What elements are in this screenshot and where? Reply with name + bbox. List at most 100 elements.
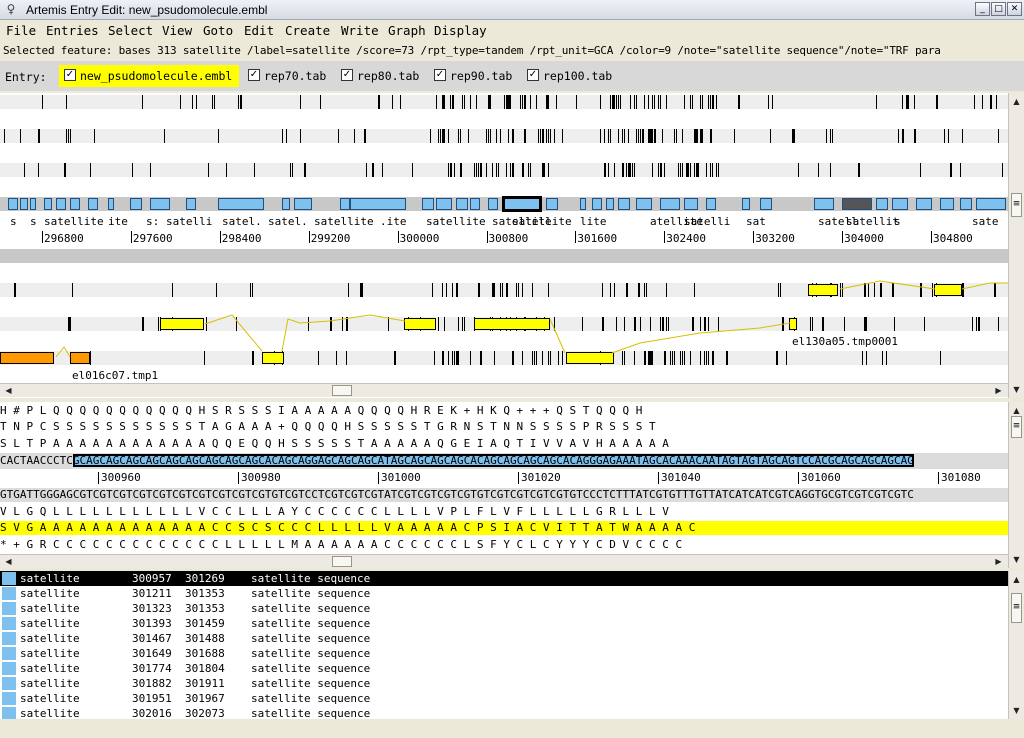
satellite-feature[interactable] [742,198,750,210]
scroll-down-icon[interactable]: ▼ [1010,553,1023,566]
scroll-thumb[interactable]: ≡ [1011,593,1022,623]
satellite-feature[interactable] [186,198,196,210]
blast-hit[interactable] [262,352,284,364]
feature-list-row[interactable]: satellite 301882 301911 satellite sequence [0,676,1008,691]
satellite-feature[interactable] [706,198,716,210]
checkbox-icon[interactable]: ✓ [64,69,76,81]
feature-list-row[interactable]: satellite 300957 301269 satellite sequence [0,571,1008,586]
satellite-feature[interactable] [916,198,932,210]
satellite-feature[interactable] [470,198,480,210]
entry-new-psudomolecule[interactable]: ✓ new_psudomolecule.embl [59,65,239,87]
satellite-feature[interactable] [456,198,468,210]
checkbox-icon[interactable]: ✓ [248,69,260,81]
menu-select[interactable]: Select [108,23,153,39]
satellite-feature[interactable] [684,198,698,210]
feature-list-scrollbar[interactable]: ▲ ≡ ▼ [1008,571,1024,719]
menu-write[interactable]: Write [341,23,379,39]
feature-list-row[interactable]: satellite 301774 301804 satellite sequence [0,661,1008,676]
satellite-feature[interactable] [842,198,872,210]
satellite-feature[interactable] [940,198,954,210]
menu-entries[interactable]: Entries [46,23,99,39]
satellite-feature[interactable] [814,198,834,210]
entry-rep70[interactable]: ✓ rep70.tab [244,65,334,87]
satellite-feature[interactable] [580,198,586,210]
scroll-thumb[interactable]: ≡ [1011,416,1022,438]
checkbox-icon[interactable]: ✓ [341,69,353,81]
satellite-feature[interactable] [350,198,406,210]
feature-list-row[interactable]: satellite 301323 301353 satellite sequence [0,601,1008,616]
menu-file[interactable]: File [6,23,36,39]
entry-rep80[interactable]: ✓ rep80.tab [337,65,427,87]
satellite-feature[interactable] [20,198,28,210]
feature-list-row[interactable]: satellite 301467 301488 satellite sequence [0,631,1008,646]
satellite-feature[interactable] [502,196,542,212]
menu-graph[interactable]: Graph [388,23,426,39]
satellite-feature[interactable] [218,198,264,210]
blast-hit[interactable] [934,284,962,296]
sequence-vertical-scrollbar[interactable]: ▲ ≡ ▼ [1008,402,1024,568]
blast-hit[interactable] [404,318,436,330]
scroll-up-icon[interactable]: ▲ [1010,95,1023,108]
feature-list-row[interactable]: satellite 301649 301688 satellite sequence [0,646,1008,661]
blast-hit[interactable] [0,352,54,364]
entry-rep90[interactable]: ✓ rep90.tab [430,65,520,87]
satellite-feature[interactable] [636,198,652,210]
menu-edit[interactable]: Edit [244,23,274,39]
satellite-feature[interactable] [130,198,142,210]
scroll-up-icon[interactable]: ▲ [1010,573,1023,586]
scroll-thumb[interactable] [332,385,352,396]
checkbox-icon[interactable]: ✓ [527,69,539,81]
satellite-feature[interactable] [8,198,18,210]
satellite-feature[interactable] [488,198,498,210]
satellite-feature[interactable] [70,198,80,210]
scroll-left-icon[interactable]: ◀ [2,384,15,397]
menu-view[interactable]: View [162,23,192,39]
satellite-feature[interactable] [876,198,888,210]
satellite-feature[interactable] [592,198,602,210]
menu-display[interactable]: Display [434,23,487,39]
feature-list-row[interactable]: satellite 302016 302073 satellite sequence [0,706,1008,719]
scroll-thumb[interactable] [332,556,352,567]
entry-rep100[interactable]: ✓ rep100.tab [523,65,623,87]
scroll-thumb[interactable]: ≡ [1011,193,1022,217]
satellite-feature[interactable] [436,198,452,210]
scroll-right-icon[interactable]: ▶ [992,555,1005,568]
menu-create[interactable]: Create [285,23,330,39]
satellite-feature[interactable] [30,198,36,210]
overview-horizontal-scrollbar[interactable]: ◀ ▶ [0,383,1008,397]
scroll-right-icon[interactable]: ▶ [992,384,1005,397]
satellite-feature[interactable] [892,198,908,210]
feature-list-row[interactable]: satellite 301393 301459 satellite sequence [0,616,1008,631]
satellite-feature[interactable] [976,198,1006,210]
blast-hit[interactable] [474,318,550,330]
maximize-button[interactable]: □ [991,2,1006,16]
satellite-feature[interactable] [108,198,114,210]
blast-hit[interactable] [566,352,614,364]
scroll-left-icon[interactable]: ◀ [2,555,15,568]
satellite-feature[interactable] [760,198,772,210]
satellite-feature[interactable] [150,198,170,210]
blast-hit[interactable] [70,352,90,364]
dna-selected-region[interactable]: GCAGCAGCAGCAGCAGCAGCAGCAGCAGCACAGCAGGAGC… [72,454,914,467]
satellite-feature[interactable] [294,198,312,210]
satellite-feature[interactable] [56,198,66,210]
feature-list-row[interactable]: satellite 301211 301353 satellite sequence [0,586,1008,601]
scroll-down-icon[interactable]: ▼ [1010,383,1023,396]
blast-hit[interactable] [808,284,838,296]
close-button[interactable]: ✕ [1007,2,1022,16]
scroll-down-icon[interactable]: ▼ [1010,704,1023,717]
minimize-button[interactable]: _ [975,2,990,16]
blast-hit[interactable] [160,318,204,330]
feature-list-row[interactable]: satellite 301951 301967 satellite sequence [0,691,1008,706]
overview-vertical-scrollbar[interactable]: ▲ ≡ ▼ [1008,93,1024,398]
satellite-feature[interactable] [606,198,614,210]
checkbox-icon[interactable]: ✓ [434,69,446,81]
satellite-feature[interactable] [88,198,98,210]
satellite-feature[interactable] [422,198,434,210]
sequence-horizontal-scrollbar[interactable]: ◀ ▶ [0,554,1008,568]
menu-goto[interactable]: Goto [203,23,233,39]
satellite-feature[interactable] [960,198,972,210]
satellite-feature[interactable] [282,198,290,210]
satellite-feature[interactable] [660,198,680,210]
satellite-feature[interactable] [618,198,630,210]
